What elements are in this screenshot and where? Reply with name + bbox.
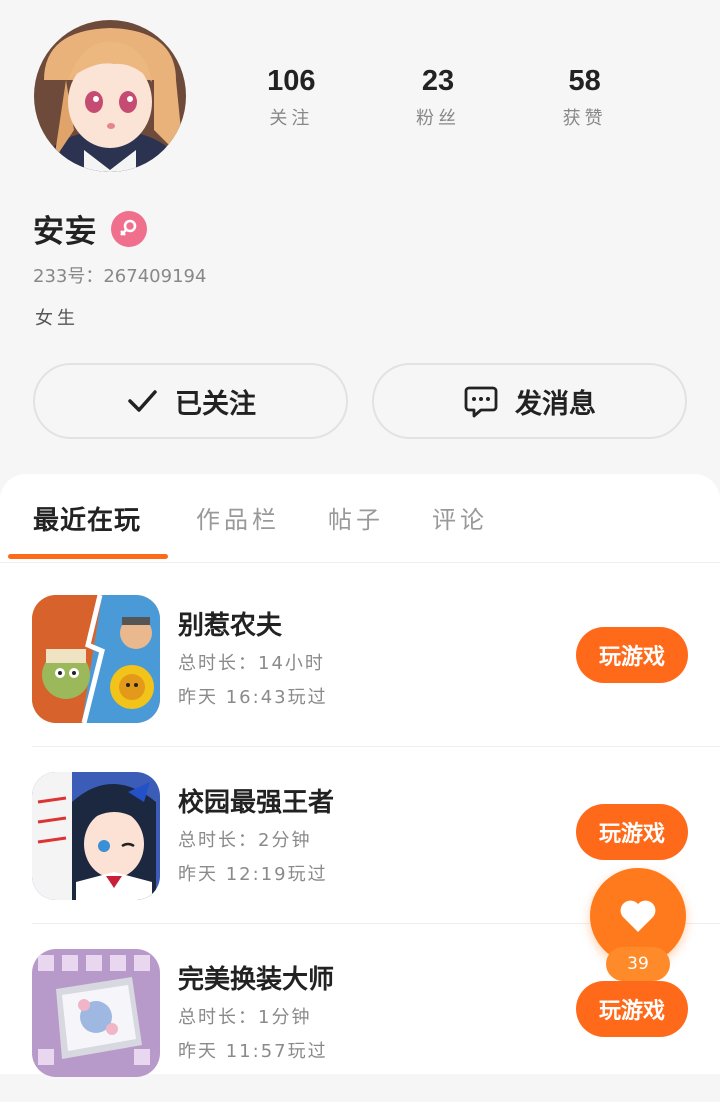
check-icon xyxy=(128,390,157,412)
female-icon xyxy=(111,210,147,247)
stat-fans-label: 粉丝 xyxy=(416,108,460,129)
game-icon xyxy=(32,772,160,900)
game-icon xyxy=(32,595,160,723)
send-message-button[interactable]: 发消息 xyxy=(372,363,687,439)
profile-bio: 女生 xyxy=(35,308,79,329)
play-game-button[interactable]: 玩游戏 xyxy=(576,804,688,860)
tab-active-indicator xyxy=(8,554,168,559)
stat-likes-label: 获赞 xyxy=(562,108,607,129)
game-last-played: 昨天 11:57玩过 xyxy=(178,1041,328,1062)
tab-comments[interactable]: 评论 xyxy=(432,500,488,535)
stat-fans[interactable]: 23 粉丝 xyxy=(365,62,512,130)
game-last-played: 昨天 12:19玩过 xyxy=(178,864,328,885)
tab-bar: 最近在玩 作品栏 帖子 评论 xyxy=(0,474,720,563)
game-title: 校园最强王者 xyxy=(178,788,335,818)
game-icon xyxy=(32,949,160,1077)
stat-likes-value: 58 xyxy=(568,65,601,97)
game-total-time: 总时长：1分钟 xyxy=(178,1007,312,1028)
tab-recent-played[interactable]: 最近在玩 xyxy=(33,500,141,537)
stat-following-value: 106 xyxy=(267,65,316,97)
game-total-time: 总时长：2分钟 xyxy=(178,830,312,851)
tab-posts[interactable]: 帖子 xyxy=(328,500,384,535)
stat-fans-value: 23 xyxy=(421,65,455,97)
followed-button[interactable]: 已关注 xyxy=(33,363,348,439)
tab-works[interactable]: 作品栏 xyxy=(196,500,280,535)
game-total-time: 总时长：14小时 xyxy=(178,653,325,674)
like-count-badge: 39 xyxy=(606,947,670,981)
name-row: 安妄 xyxy=(33,206,147,251)
stat-following-label: 关注 xyxy=(269,108,314,129)
profile-name: 安妄 xyxy=(33,214,97,250)
stat-following[interactable]: 106 关注 xyxy=(218,62,365,130)
game-title: 完美换装大师 xyxy=(178,965,335,995)
avatar[interactable] xyxy=(34,20,186,172)
chat-bubble-icon xyxy=(464,386,498,418)
play-game-button[interactable]: 玩游戏 xyxy=(576,627,688,683)
followed-button-label: 已关注 xyxy=(175,388,256,420)
send-message-button-label: 发消息 xyxy=(515,388,596,420)
heart-icon xyxy=(620,900,656,932)
profile-uid: 233号：267409194 xyxy=(33,266,207,287)
stat-likes[interactable]: 58 获赞 xyxy=(511,62,658,130)
list-item[interactable]: 别惹农夫 总时长：14小时 昨天 16:43玩过 玩游戏 xyxy=(0,571,720,748)
profile-stats: 106 关注 23 粉丝 58 获赞 xyxy=(218,62,658,130)
game-title: 别惹农夫 xyxy=(178,611,283,641)
divider xyxy=(32,746,720,747)
game-last-played: 昨天 16:43玩过 xyxy=(178,687,328,708)
content-panel: 最近在玩 作品栏 帖子 评论 别惹农夫 总时长：14小时 昨天 16:43玩过 … xyxy=(0,474,720,1077)
play-game-button[interactable]: 玩游戏 xyxy=(576,981,688,1037)
